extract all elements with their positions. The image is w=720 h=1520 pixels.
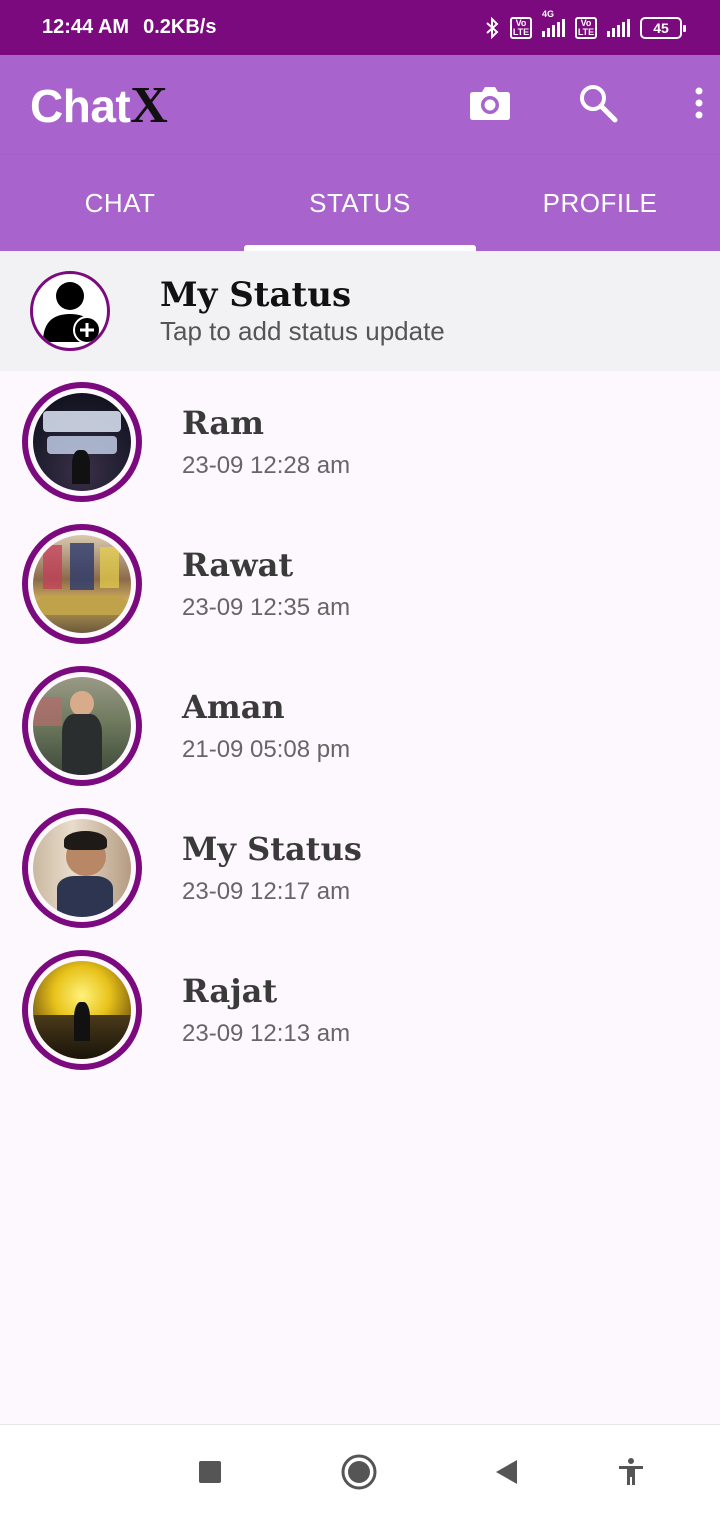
my-status-title: My Status <box>160 274 352 315</box>
status-time: 23-09 12:13 am <box>182 1020 351 1047</box>
back-button[interactable] <box>481 1449 531 1499</box>
status-name: Rawat <box>182 546 294 584</box>
home-button[interactable] <box>334 1449 384 1499</box>
signal-4g-icon: 4G <box>542 9 565 37</box>
status-thumbnail <box>33 819 131 917</box>
app-title: ChatX <box>30 76 168 134</box>
volte-icon-2: Vo LTE <box>575 16 597 39</box>
status-name: Ram <box>182 404 264 442</box>
status-thumbnail <box>33 535 131 633</box>
signal-icon <box>607 18 630 37</box>
volte-icon: Vo LTE <box>510 16 532 39</box>
system-nav-bar <box>0 1424 720 1520</box>
status-ring <box>22 524 142 644</box>
camera-button[interactable] <box>460 75 520 135</box>
square-icon <box>198 1460 222 1489</box>
system-status-bar: 12:44 AM 0.2KB/s Vo LTE 4G Vo LTE 45 <box>0 0 720 55</box>
circle-icon <box>340 1453 378 1496</box>
status-name: Aman <box>182 688 285 726</box>
status-name: My Status <box>182 830 362 868</box>
status-ring <box>22 808 142 928</box>
search-icon <box>578 83 618 128</box>
tab-profile[interactable]: PROFILE <box>480 155 720 251</box>
more-options-button[interactable] <box>684 75 714 135</box>
status-ring <box>22 382 142 502</box>
status-icons: Vo LTE 4G Vo LTE 45 <box>484 9 686 39</box>
status-time: 23-09 12:17 am <box>182 878 351 905</box>
status-thumbnail <box>33 393 131 491</box>
network-speed: 0.2KB/s <box>143 16 217 38</box>
battery-icon: 45 <box>640 16 686 39</box>
status-thumbnail <box>33 961 131 1059</box>
tab-bar: CHAT STATUS PROFILE <box>0 155 720 251</box>
accessibility-button[interactable] <box>606 1449 656 1499</box>
status-item-aman[interactable]: Aman 21-09 05:08 pm <box>0 655 720 797</box>
status-name: Rajat <box>182 972 278 1010</box>
camera-icon <box>469 85 511 126</box>
status-time: 21-09 05:08 pm <box>182 736 351 763</box>
tab-chat[interactable]: CHAT <box>0 155 240 251</box>
status-item-ram[interactable]: Ram 23-09 12:28 am <box>0 371 720 513</box>
triangle-back-icon <box>493 1458 519 1491</box>
more-vert-icon <box>694 87 704 124</box>
accessibility-icon <box>616 1457 646 1492</box>
status-time: 23-09 12:28 am <box>182 452 351 479</box>
bluetooth-icon <box>484 16 500 39</box>
status-list: Ram 23-09 12:28 am Rawat 23-09 12:35 am <box>0 371 720 1081</box>
my-status-row[interactable]: My Status Tap to add status update <box>0 251 720 371</box>
add-status-avatar[interactable] <box>30 271 110 351</box>
clock: 12:44 AM <box>42 16 130 38</box>
recents-button[interactable] <box>185 1449 235 1499</box>
search-button[interactable] <box>568 75 628 135</box>
app-bar: ChatX <box>0 55 720 155</box>
status-ring <box>22 950 142 1070</box>
person-add-icon <box>43 282 101 344</box>
status-time: 23-09 12:35 am <box>182 594 351 621</box>
status-item-rajat[interactable]: Rajat 23-09 12:13 am <box>0 939 720 1081</box>
status-thumbnail <box>33 677 131 775</box>
my-status-subtitle: Tap to add status update <box>160 315 445 346</box>
status-item-rawat[interactable]: Rawat 23-09 12:35 am <box>0 513 720 655</box>
status-ring <box>22 666 142 786</box>
status-item-my-status[interactable]: My Status 23-09 12:17 am <box>0 797 720 939</box>
tab-status[interactable]: STATUS <box>240 155 480 251</box>
